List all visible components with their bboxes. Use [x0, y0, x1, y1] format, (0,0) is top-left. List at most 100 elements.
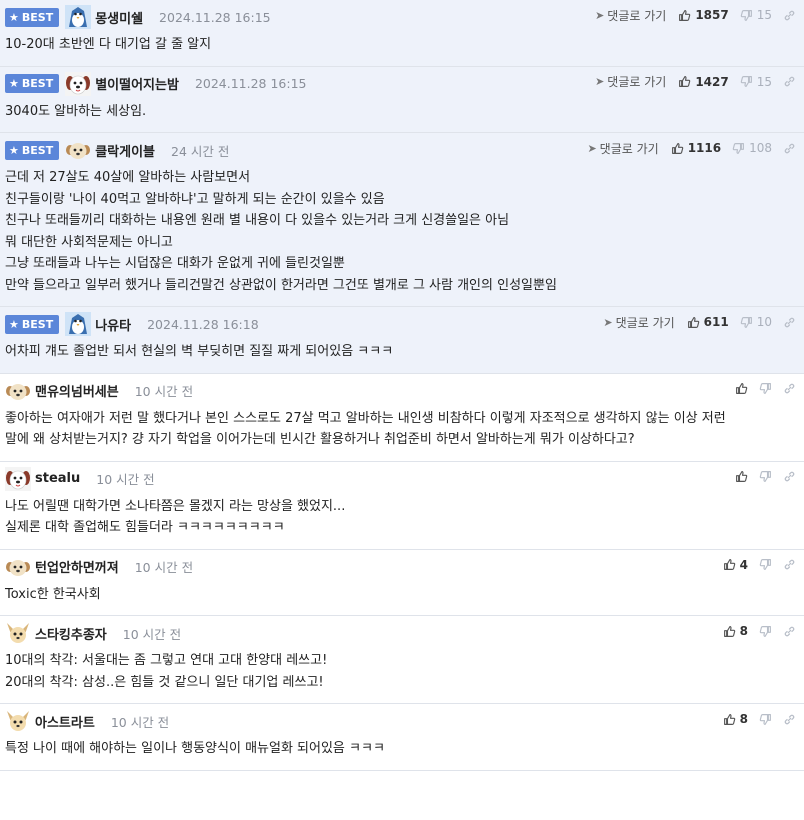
link-icon[interactable] — [783, 382, 796, 395]
like-count: 611 — [703, 315, 729, 329]
dislike-button[interactable] — [759, 558, 772, 571]
comment-line: 뭐 대단한 사회적문제는 아니고 — [5, 234, 173, 250]
comment-date: 2024.11.28 16:15 — [194, 76, 307, 91]
go-to-comment-link[interactable]: ➤ 댓글로 가기 — [603, 314, 674, 331]
comment-line: 근데 저 27살도 40살에 알바하는 사람보면서 — [5, 170, 251, 185]
comment-body: 어차피 걔도 졸업반 되서 현실의 벽 부딪히면 질질 짜게 되어있음 ㅋㅋㅋ — [5, 341, 798, 373]
comment-date: 10 시간 전 — [96, 472, 155, 487]
star-icon: ★ — [9, 143, 19, 157]
comment-actions: 8 — [723, 704, 798, 734]
like-button[interactable]: 611 — [687, 315, 729, 329]
thumbs-down-icon — [759, 470, 772, 483]
dislike-count: 15 — [756, 8, 772, 22]
like-button[interactable] — [735, 470, 748, 483]
comment-line: Toxic한 한국사회 — [5, 586, 101, 602]
thumbs-down-icon — [732, 142, 745, 155]
nickname[interactable]: 별이떨어지는밤 — [95, 74, 179, 93]
comment-line: 만약 들으라고 일부러 했거나 들리건말건 상관없이 한거라면 그건또 별개로 … — [5, 277, 557, 293]
comment-actions: ➤ 댓글로 가기 1116 108 — [587, 133, 798, 163]
best-badge: ★ BEST — [5, 74, 60, 93]
avatar[interactable] — [5, 466, 31, 491]
dislike-button[interactable] — [759, 382, 772, 395]
best-badge: ★ BEST — [5, 140, 60, 160]
avatar[interactable] — [5, 379, 31, 403]
thumbs-up-icon — [678, 9, 691, 22]
like-button[interactable] — [735, 382, 748, 395]
thumbs-up-icon — [735, 382, 748, 395]
like-count: 4 — [739, 557, 748, 572]
comment-line: 친구나 또래들끼리 대화하는 내용엔 원래 별 내용이 다 있을수 있는거라 크… — [5, 213, 510, 228]
best-comment: ★ BEST 클락게이블 24 시간 전 ➤ 댓글로 가기 1116 108 근데 저 27살도… — [0, 133, 804, 307]
go-to-comment-link[interactable]: ➤ 댓글로 가기 — [595, 7, 666, 24]
thumbs-down-icon — [740, 75, 753, 88]
go-to-comment-link[interactable]: ➤ 댓글로 가기 — [587, 140, 658, 157]
dislike-button[interactable]: 15 — [740, 8, 772, 22]
dislike-button[interactable]: 108 — [732, 141, 772, 155]
nickname[interactable]: 턴업안하면꺼져 — [35, 557, 119, 576]
nickname[interactable]: 스타킹추종자 — [35, 624, 107, 643]
dislike-count: 15 — [756, 74, 772, 89]
like-button[interactable]: 1427 — [678, 74, 729, 89]
comment-header: ★ BEST 별이떨어지는밤 2024.11.28 16:15 ➤ 댓글로 가기 1427 1… — [5, 67, 798, 101]
avatar[interactable] — [5, 709, 31, 733]
dislike-count: 108 — [749, 141, 772, 155]
avatar[interactable] — [65, 312, 92, 336]
like-button[interactable]: 1116 — [671, 141, 721, 155]
best-comment: ★ BEST 별이떨어지는밤 2024.11.28 16:15 ➤ 댓글로 가기 1427 1… — [0, 66, 804, 133]
thumbs-up-icon — [723, 558, 736, 571]
link-icon[interactable] — [783, 558, 796, 571]
avatar[interactable] — [5, 555, 31, 579]
link-icon[interactable] — [783, 142, 796, 155]
nickname[interactable]: 클락게이블 — [95, 141, 155, 160]
link-icon[interactable] — [783, 9, 796, 22]
nickname[interactable]: 맨유의넘버세븐 — [35, 381, 119, 400]
comment-actions: ➤ 댓글로 가기 1427 15 — [595, 67, 798, 97]
thumbs-up-icon — [735, 470, 748, 483]
avatar[interactable] — [65, 71, 92, 96]
comment-date: 10 시간 전 — [134, 560, 194, 575]
link-icon[interactable] — [783, 75, 796, 88]
comment-header: 아스트라트 10 시간 전 8 — [5, 704, 798, 738]
nickname[interactable]: 아스트라트 — [35, 712, 95, 731]
comment-actions: ➤ 댓글로 가기 1857 15 — [595, 0, 798, 30]
nickname[interactable]: 나유타 — [95, 315, 131, 334]
nickname[interactable]: 몽생미쉘 — [95, 8, 143, 27]
avatar[interactable] — [65, 138, 91, 162]
dislike-button[interactable] — [759, 713, 772, 726]
link-icon[interactable] — [783, 625, 796, 638]
dislike-button[interactable] — [759, 470, 772, 483]
comment-body: Toxic한 한국사회 — [5, 584, 798, 616]
dislike-button[interactable]: 15 — [740, 75, 772, 89]
like-button[interactable]: 1857 — [678, 8, 729, 22]
link-icon[interactable] — [783, 316, 796, 329]
comment-body: 좋아하는 여자애가 저런 말 했다거나 본인 스스로도 27살 먹고 알바하는 … — [5, 408, 798, 461]
go-to-comment-link[interactable]: ➤ 댓글로 가기 — [595, 73, 666, 90]
comment-actions: ➤ 댓글로 가기 611 10 — [603, 307, 798, 337]
link-icon[interactable] — [783, 470, 796, 483]
avatar[interactable] — [5, 621, 31, 645]
comment-header: ★ BEST 몽생미쉘 2024.11.28 16:15 ➤ 댓글로 가기 1857 15 — [5, 0, 798, 34]
send-arrow-icon: ➤ — [595, 75, 605, 88]
like-button[interactable]: 4 — [723, 558, 748, 572]
star-icon: ★ — [9, 317, 19, 331]
comment-body: 근데 저 27살도 40살에 알바하는 사람보면서 친구들이랑 '나이 40먹고 … — [5, 167, 798, 306]
comment-body: 10대의 착각: 서울대는 좀 그렇고 연대 고대 한양대 레쓰고! 20대의 착… — [5, 650, 798, 703]
dislike-button[interactable]: 10 — [740, 315, 772, 329]
comment-line: 10대의 착각: 서울대는 좀 그렇고 연대 고대 한양대 레쓰고! — [5, 653, 328, 668]
star-icon: ★ — [9, 77, 19, 90]
dislike-button[interactable] — [759, 625, 772, 638]
comment-body: 특정 나이 때에 해야하는 일이나 행동양식이 매뉴얼화 되어있음 ㅋㅋㅋ — [5, 738, 798, 770]
link-icon[interactable] — [783, 713, 796, 726]
like-count: 1427 — [695, 74, 729, 89]
avatar[interactable] — [65, 5, 92, 29]
nickname[interactable]: stealu — [35, 471, 80, 486]
like-button[interactable]: 8 — [723, 624, 748, 638]
best-comment: ★ BEST 나유타 2024.11.28 16:18 ➤ 댓글로 가기 611 10 어차피 … — [0, 307, 804, 374]
comment-actions: 8 — [723, 616, 798, 646]
comment-date: 2024.11.28 16:15 — [159, 9, 271, 25]
comment-line: 20대의 착각: 삼성..은 힘들 것 같으니 일단 대기업 레쓰고! — [5, 674, 324, 690]
thumbs-down-icon — [759, 713, 772, 726]
comment-date: 10 시간 전 — [110, 714, 170, 730]
like-button[interactable]: 8 — [723, 712, 748, 726]
comment-line: 실제론 대학 졸업해도 힘들더라 ㅋㅋㅋㅋㅋㅋㅋㅋㅋ — [5, 520, 285, 535]
